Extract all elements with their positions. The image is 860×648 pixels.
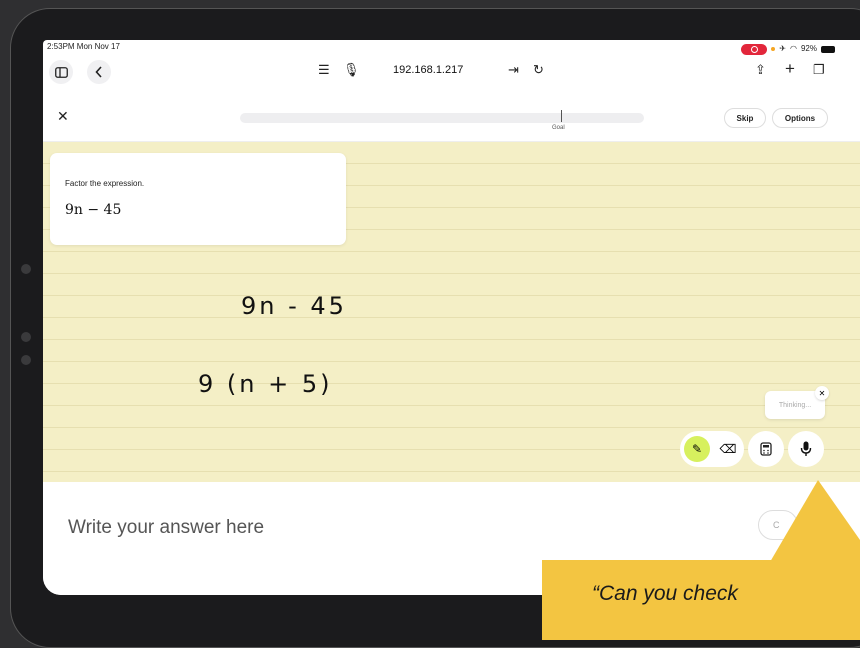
side-button: [21, 332, 31, 342]
status-time: 2:53PM Mon Nov 17: [47, 42, 120, 51]
battery-icon: [821, 45, 835, 53]
tabs-icon[interactable]: ❐: [813, 62, 825, 78]
airplane-icon: ✈: [779, 44, 786, 53]
ipad-screen: 2:53PM Mon Nov 17 ✈ ◠ 92% ☰ 🎙 192.168.1.…: [43, 40, 860, 595]
status-bar: 2:53PM Mon Nov 17 ✈ ◠ 92%: [43, 40, 860, 60]
back-icon: [95, 66, 102, 78]
screen-recording-indicator[interactable]: [741, 43, 768, 55]
close-icon[interactable]: ✕: [57, 108, 69, 125]
share-icon[interactable]: ⇪: [755, 62, 766, 78]
question-card: Factor the expression. 9n − 45: [50, 153, 346, 245]
browser-toolbar: ☰ 🎙 192.168.1.217 ⇥ ↻ ⇪ + ❐: [43, 58, 860, 92]
skip-button[interactable]: Skip: [724, 108, 766, 128]
calculator-button[interactable]: [748, 431, 784, 467]
pencil-icon: ✎: [691, 442, 703, 456]
microphone-icon: [800, 441, 812, 456]
side-button: [21, 355, 31, 365]
plus-icon[interactable]: +: [785, 59, 795, 79]
calculator-icon: [760, 442, 772, 456]
goal-marker: [561, 110, 562, 122]
battery-percent: 92%: [800, 44, 817, 53]
sidebar-button[interactable]: [49, 60, 73, 84]
callout-bubble: “Can you check: [542, 560, 860, 640]
question-expression: 9n − 45: [65, 202, 122, 218]
handwritten-line-2: 9 (n + 5): [198, 370, 333, 398]
drawing-tools: ✎ ⌫: [680, 431, 744, 467]
handwritten-line-1: 9n - 45: [241, 292, 347, 320]
mic-in-use-dot: [771, 47, 776, 51]
answer-input[interactable]: [68, 517, 668, 539]
back-button[interactable]: [87, 60, 111, 84]
writing-canvas[interactable]: Factor the expression. 9n − 45 9n - 45 9…: [43, 142, 860, 482]
eraser-tool[interactable]: ⌫: [716, 436, 740, 462]
question-prompt: Factor the expression.: [65, 179, 145, 188]
dismiss-assistant-button[interactable]: ✕: [815, 386, 829, 400]
callout-text: “Can you check: [592, 582, 738, 605]
microphone-icon[interactable]: 🎙: [343, 62, 360, 78]
wifi-icon: ◠: [790, 44, 797, 53]
sidebar-icon: [54, 66, 68, 78]
camera-dot: [21, 264, 31, 274]
check-button[interactable]: C: [758, 510, 798, 540]
eraser-icon: ⌫: [719, 442, 737, 456]
voice-button[interactable]: [788, 431, 824, 467]
url-field[interactable]: 192.168.1.217: [393, 64, 463, 76]
options-button[interactable]: Options: [772, 108, 828, 128]
pencil-tool[interactable]: ✎: [684, 436, 710, 462]
goal-label: Goal: [552, 125, 565, 131]
extension-icon[interactable]: ⇥: [508, 62, 519, 78]
reader-icon[interactable]: ☰: [318, 62, 330, 78]
lesson-header: ✕ Goal Skip Options: [43, 98, 860, 142]
reload-icon[interactable]: ↻: [533, 62, 544, 78]
lesson-progress-bar: [240, 113, 644, 123]
